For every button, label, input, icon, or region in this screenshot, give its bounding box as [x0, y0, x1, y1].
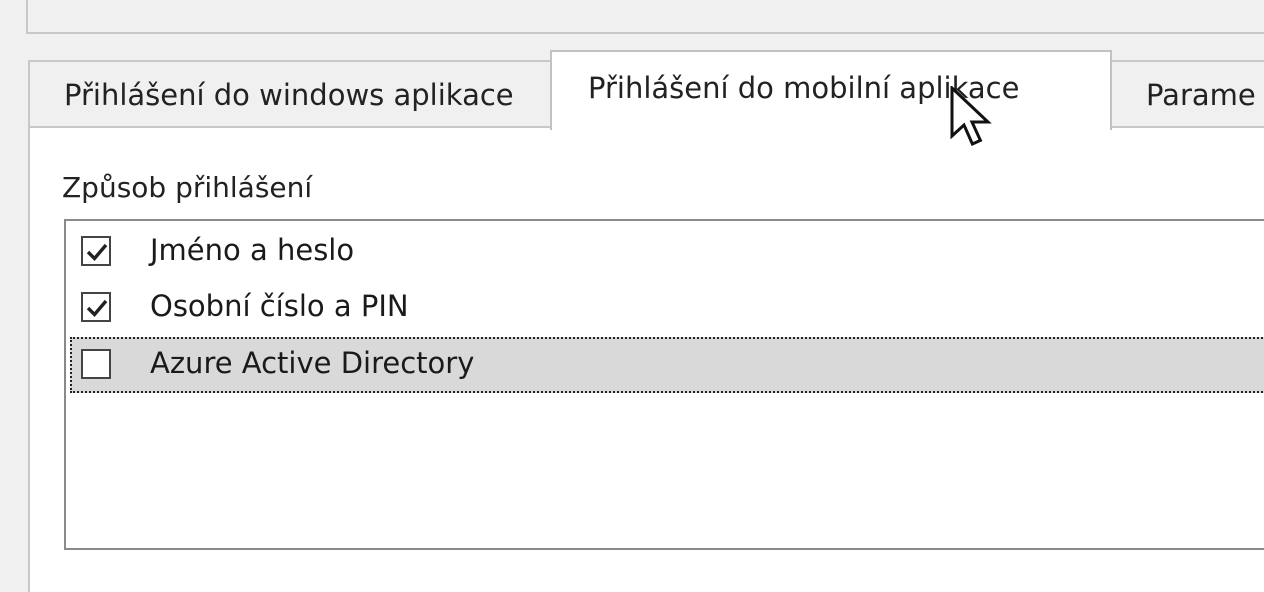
- mouse-pointer-icon: [950, 86, 992, 146]
- checkmark-icon: [86, 243, 108, 262]
- login-settings-window: Přihlášení do windows aplikace Parame Př…: [0, 0, 1264, 592]
- tab-parameters[interactable]: Parame: [1110, 60, 1264, 126]
- list-item-number-pin[interactable]: Osobní číslo a PIN: [70, 280, 1264, 336]
- name-password-checkbox[interactable]: [81, 236, 111, 266]
- azure-ad-label: Azure Active Directory: [150, 346, 475, 380]
- list-item-azure-ad[interactable]: Azure Active Directory: [70, 337, 1264, 393]
- azure-ad-checkbox[interactable]: [81, 349, 111, 379]
- tab-strip: Přihlášení do windows aplikace Parame Př…: [28, 50, 1264, 130]
- tab-windows-login[interactable]: Přihlášení do windows aplikace: [28, 60, 552, 126]
- checkmark-icon: [86, 299, 108, 318]
- login-method-list[interactable]: Jméno a heslo Osobní číslo a PIN Azure A…: [64, 219, 1264, 550]
- tab-mobile-login[interactable]: Přihlášení do mobilní aplikace: [550, 50, 1112, 130]
- login-method-label: Způsob přihlášení: [62, 171, 313, 204]
- number-pin-checkbox[interactable]: [81, 292, 111, 322]
- number-pin-label: Osobní číslo a PIN: [150, 289, 409, 323]
- top-group-box: [26, 0, 1264, 34]
- name-password-label: Jméno a heslo: [150, 233, 355, 267]
- list-item-name-password[interactable]: Jméno a heslo: [70, 224, 1264, 280]
